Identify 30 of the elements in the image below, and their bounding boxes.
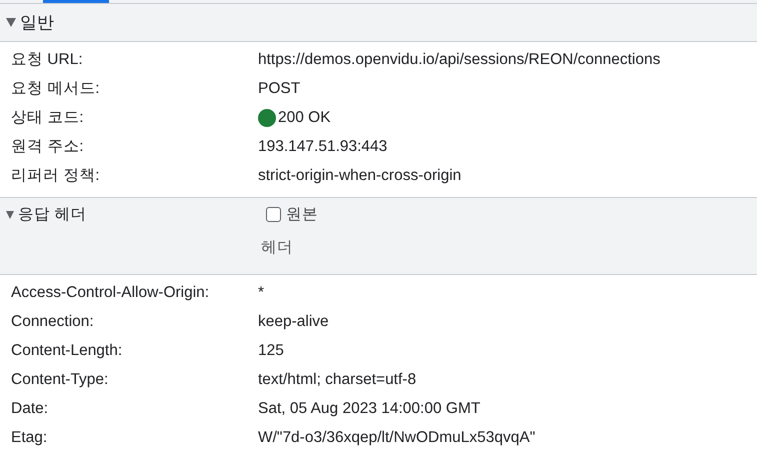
field-name: 상태 코드: xyxy=(10,108,85,128)
header-value: * xyxy=(258,284,264,302)
header-value: W/"7d-o3/36xqep/lt/NwODmuLx53qvqA" xyxy=(258,428,536,446)
raw-checkbox[interactable] xyxy=(266,207,281,222)
section-title[interactable]: 응답 헤더 xyxy=(18,204,86,225)
field-name: 요청 메서드: xyxy=(10,79,101,99)
header-value: keep-alive xyxy=(258,312,329,330)
field-value: 193.147.51.93:443 xyxy=(258,138,388,156)
header-name: Access-Control-Allow-Origin: xyxy=(10,284,210,302)
field-name: 원격 주소: xyxy=(10,137,85,157)
field-name: 요청 URL: xyxy=(10,50,84,70)
expand-triangle-icon[interactable] xyxy=(6,210,14,218)
field-value: POST xyxy=(258,80,300,98)
column-label: 헤더 xyxy=(261,238,293,258)
field-name: 리퍼러 정책: xyxy=(10,166,101,186)
expand-triangle-icon[interactable] xyxy=(6,18,16,27)
header-value: text/html; charset=utf-8 xyxy=(258,370,416,388)
header-value: Sat, 05 Aug 2023 14:00:00 GMT xyxy=(258,400,480,418)
header-name: Content-Type: xyxy=(10,370,110,388)
header-name: Date: xyxy=(10,400,50,418)
header-name: Connection: xyxy=(10,312,95,330)
field-value: 200 OK xyxy=(278,108,331,126)
active-tab-indicator xyxy=(43,0,109,3)
section-title[interactable]: 일반 xyxy=(20,11,54,34)
checkbox-label[interactable]: 원본 xyxy=(286,204,318,225)
field-value: strict-origin-when-cross-origin xyxy=(258,166,462,184)
field-value: https://demos.openvidu.io/api/sessions/REON/connections xyxy=(258,50,660,68)
header-name: Etag: xyxy=(10,428,48,446)
header-name: Content-Length: xyxy=(10,342,124,360)
header-value: 125 xyxy=(258,342,284,360)
